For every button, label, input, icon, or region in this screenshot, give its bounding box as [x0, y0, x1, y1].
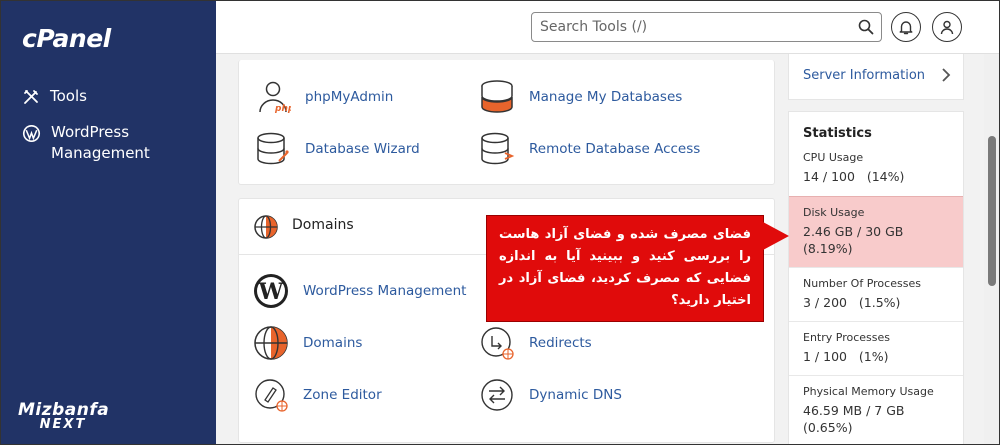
tool-label: Database Wizard	[305, 141, 420, 157]
tool-label: Manage My Databases	[529, 89, 683, 105]
zone-editor-icon	[253, 377, 289, 413]
stat-label: Number Of Processes	[803, 277, 921, 290]
bell-icon	[899, 20, 913, 34]
svg-text:php: php	[274, 104, 291, 114]
tool-remote-database-access[interactable]: Remote Database Access	[479, 131, 700, 167]
user-icon	[940, 20, 954, 34]
tool-phpmyadmin[interactable]: php phpMyAdmin	[255, 79, 393, 115]
annotation-callout: فضای مصرف شده و فضای آزاد هاست را بررسی …	[486, 215, 764, 322]
sidebar-item-wordpress[interactable]: WordPress Management	[22, 122, 161, 164]
stat-value: 1 / 100 (1%)	[803, 349, 889, 364]
tools-icon	[24, 90, 38, 104]
stat-value: 3 / 200 (1.5%)	[803, 295, 901, 310]
cpanel-logo[interactable]: cPanel	[22, 24, 111, 53]
tool-label: Dynamic DNS	[529, 387, 622, 403]
stat-value: 14 / 100 (14%)	[803, 169, 905, 184]
sidebar: cPanel Tools WordPress Management Mizban…	[0, 0, 216, 445]
server-information-label: Server Information	[803, 68, 926, 83]
sidebar-item-tools[interactable]: Tools	[22, 86, 87, 107]
search-box	[531, 12, 882, 42]
user-menu-button[interactable]	[932, 12, 962, 42]
stat-physical-memory-usage: Physical Memory Usage 46.59 MB / 7 GB (0…	[789, 375, 963, 445]
tool-label: WordPress Management	[303, 283, 467, 299]
globe-icon	[253, 325, 289, 361]
tool-label: phpMyAdmin	[305, 89, 394, 105]
notifications-button[interactable]	[891, 12, 921, 42]
stat-entry-processes: Entry Processes 1 / 100 (1%)	[789, 321, 963, 375]
tool-redirects[interactable]: Redirects	[479, 325, 592, 361]
phpmyadmin-icon: php	[255, 79, 291, 115]
tool-manage-databases[interactable]: Manage My Databases	[479, 79, 682, 115]
top-bar	[216, 0, 1000, 54]
tool-label: Redirects	[529, 335, 592, 351]
stat-disk-usage: Disk Usage 2.46 GB / 30 GB (8.19%)	[789, 196, 963, 267]
tool-wordpress-management[interactable]: W WordPress Management	[253, 273, 466, 309]
search-icon[interactable]	[858, 19, 874, 35]
tool-label: Domains	[303, 335, 363, 351]
section-title: Domains	[292, 217, 354, 233]
tool-dynamic-dns[interactable]: Dynamic DNS	[479, 377, 622, 413]
svg-text:W: W	[258, 279, 284, 305]
statistics-title: Statistics	[803, 126, 872, 141]
stat-cpu-usage: CPU Usage 14 / 100 (14%)	[789, 142, 963, 196]
stat-label: Disk Usage	[803, 206, 865, 219]
annotation-arrow	[763, 222, 789, 250]
stat-label: Entry Processes	[803, 331, 890, 344]
stat-number-of-processes: Number Of Processes 3 / 200 (1.5%)	[789, 267, 963, 321]
stat-value: 2.46 GB / 30 GB (8.19%)	[803, 224, 904, 256]
search-input[interactable]	[532, 13, 842, 41]
remote-database-icon	[479, 131, 515, 167]
wordpress-icon	[22, 124, 41, 143]
database-wizard-icon	[255, 131, 291, 167]
statistics-panel: Statistics CPU Usage 14 / 100 (14%) Disk…	[788, 111, 964, 445]
stat-label: CPU Usage	[803, 151, 864, 164]
server-information-link[interactable]: Server Information	[788, 54, 964, 100]
manage-databases-icon	[479, 79, 515, 115]
stat-label: Physical Memory Usage	[803, 385, 934, 398]
tool-database-wizard[interactable]: Database Wizard	[255, 131, 420, 167]
scrollbar-thumb[interactable]	[988, 136, 996, 286]
wordpress-icon: W	[253, 273, 289, 309]
globe-icon	[254, 215, 278, 239]
tool-zone-editor[interactable]: Zone Editor	[253, 377, 382, 413]
tool-label: Remote Database Access	[529, 141, 701, 157]
redirects-icon	[479, 325, 515, 361]
databases-section: php phpMyAdmin Manage My Databases Datab…	[238, 60, 775, 185]
stat-value: 46.59 MB / 7 GB (0.65%)	[803, 403, 905, 435]
sidebar-item-label: WordPress Management	[51, 123, 150, 162]
chevron-right-icon	[942, 68, 951, 82]
tool-domains[interactable]: Domains	[253, 325, 362, 361]
dynamic-dns-icon	[479, 377, 515, 413]
sidebar-item-label: Tools	[50, 87, 87, 105]
brand-watermark: Mizbanfa NEXT	[18, 400, 109, 432]
tool-label: Zone Editor	[303, 387, 382, 403]
page-scrollbar[interactable]	[984, 54, 1000, 445]
